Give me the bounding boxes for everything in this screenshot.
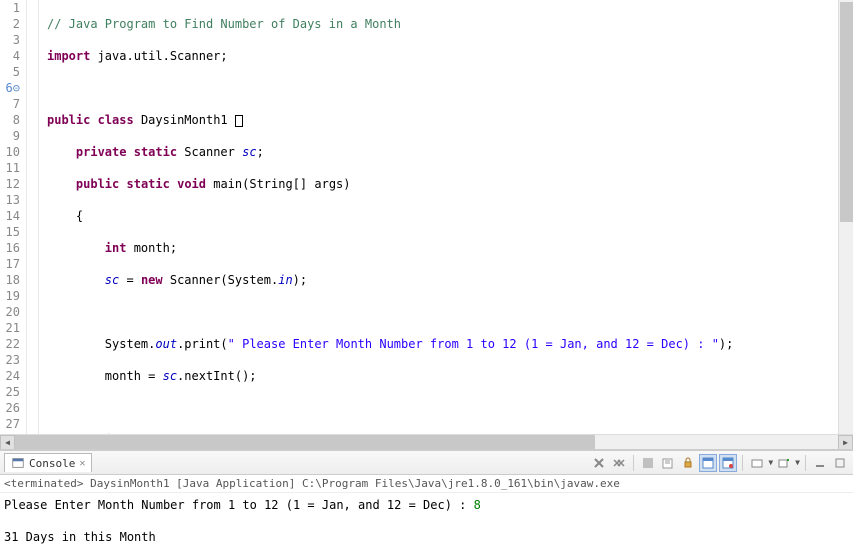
line-gutter: 123 456⊝ 789 101112 131415 161718 192021… xyxy=(0,0,27,434)
new-console-icon[interactable] xyxy=(775,454,793,472)
vertical-scrollbar[interactable] xyxy=(838,0,853,434)
console-header: Console ✕ ▼ ▼ xyxy=(0,451,853,475)
display-selected-console-icon[interactable] xyxy=(748,454,766,472)
scroll-lock-icon[interactable] xyxy=(679,454,697,472)
close-icon[interactable]: ✕ xyxy=(79,458,85,469)
console-icon xyxy=(11,456,25,470)
show-console-stderr-icon[interactable] xyxy=(719,454,737,472)
output-line: Please Enter Month Number from 1 to 12 (… xyxy=(4,498,474,512)
horizontal-scrollbar[interactable]: ◀ ▶ xyxy=(0,434,853,449)
dropdown-icon[interactable]: ▼ xyxy=(768,458,773,467)
console-tab[interactable]: Console ✕ xyxy=(4,453,92,472)
console-status: <terminated> DaysinMonth1 [Java Applicat… xyxy=(0,475,853,493)
user-input: 8 xyxy=(474,498,481,512)
cursor xyxy=(235,115,243,127)
terminate-icon[interactable] xyxy=(639,454,657,472)
code-content[interactable]: // Java Program to Find Number of Days i… xyxy=(39,0,842,434)
scroll-left-icon[interactable]: ◀ xyxy=(0,435,15,450)
show-console-stdout-icon[interactable] xyxy=(699,454,717,472)
minimize-icon[interactable] xyxy=(811,454,829,472)
remove-all-icon[interactable] xyxy=(610,454,628,472)
remove-launch-icon[interactable] xyxy=(590,454,608,472)
clear-console-icon[interactable] xyxy=(659,454,677,472)
dropdown-icon[interactable]: ▼ xyxy=(795,458,800,467)
comment: // Java Program to Find Number of Days i… xyxy=(47,17,401,31)
scroll-right-icon[interactable]: ▶ xyxy=(838,435,853,450)
code-editor[interactable]: 123 456⊝ 789 101112 131415 161718 192021… xyxy=(0,0,853,434)
maximize-icon[interactable] xyxy=(831,454,849,472)
console-panel: Console ✕ ▼ ▼ <terminated> DaysinMonth1 … xyxy=(0,449,853,549)
console-toolbar: ▼ ▼ xyxy=(590,454,849,472)
output-line: 31 Days in this Month xyxy=(4,530,156,544)
console-output[interactable]: Please Enter Month Number from 1 to 12 (… xyxy=(0,493,853,549)
console-tab-label: Console xyxy=(29,457,75,470)
fold-column[interactable] xyxy=(27,0,39,434)
